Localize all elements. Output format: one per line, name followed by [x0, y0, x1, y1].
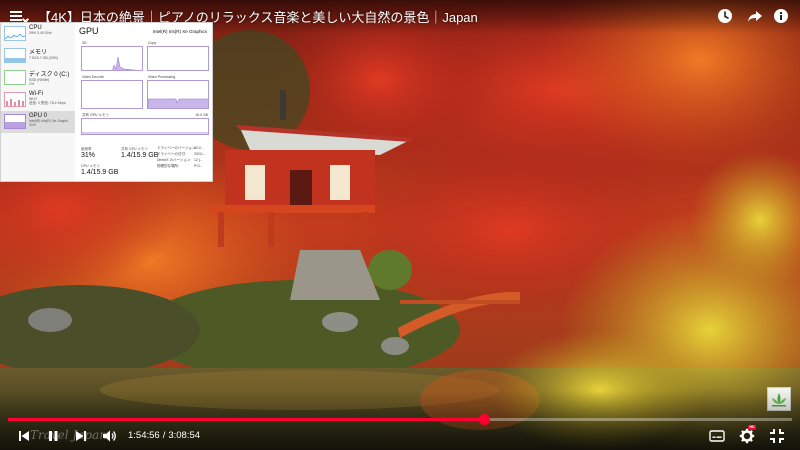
disk-thumbnail-graph	[4, 70, 26, 85]
share-arrow-icon[interactable]	[747, 8, 763, 24]
task-manager-window: CPU 29% 3.49 GHz メモリ 7.5/15.7 GB (23%) デ…	[0, 22, 213, 182]
wifi-thumbnail-graph	[4, 92, 26, 107]
graph-label: 3D	[82, 41, 87, 45]
volume-icon[interactable]	[101, 428, 117, 444]
graph-video-processing: Video Processing	[147, 75, 209, 111]
sidebar-item-sub: 7.5/15.7 GB (23%)	[29, 56, 58, 60]
graph-3d: 3D	[81, 41, 143, 71]
sidebar-item-label: GPU 0	[29, 113, 48, 119]
graph-shared-memory: 共有 GPU メモリ 15.9 GB	[81, 113, 209, 135]
skip-previous-icon[interactable]	[16, 428, 32, 444]
sidebar-item-gpu[interactable]: GPU 0 Intel(R) Iris(R) Xe Graphi 31%	[1, 111, 75, 133]
graph-label: Video Processing	[148, 75, 176, 79]
graph-max-label: 15.9 GB	[195, 113, 208, 117]
stat-value-gpu-memory: 1.4/15.9 GB	[81, 169, 119, 176]
sidebar-item-sub: 29% 3.49 GHz	[29, 31, 52, 35]
watermark-text: Travel Japan	[30, 428, 107, 442]
sidebar-item-sub: Wi-Fi 送信: 0 受信: 76.4 Kbps	[29, 97, 66, 105]
current-time: 1:54:56	[128, 430, 160, 441]
info-icon[interactable]	[773, 8, 789, 24]
graph-label: Copy	[148, 41, 157, 45]
sidebar-item-memory[interactable]: メモリ 7.5/15.7 GB (23%)	[1, 45, 75, 67]
gpu-detail-pane: GPU Intel(R) Iris(R) Xe Graphics 3D Copy…	[79, 23, 212, 181]
gear-icon	[739, 428, 755, 444]
sidebar-item-cpu[interactable]: CPU 29% 3.49 GHz	[1, 23, 75, 45]
pause-icon[interactable]	[45, 428, 61, 444]
sidebar-item-label: ディスク 0 (C:)	[29, 72, 70, 78]
hd-badge: HD	[748, 425, 756, 430]
sidebar-item-label: メモリ	[29, 50, 48, 56]
gpu-thumbnail-graph	[4, 114, 26, 129]
cpu-thumbnail-graph	[4, 26, 26, 41]
task-manager-sidebar: CPU 29% 3.49 GHz メモリ 7.5/15.7 GB (23%) デ…	[1, 23, 75, 181]
detail-row: ドライバーのバージョン: 30.0...	[157, 146, 204, 150]
detail-row: 物理的な場所: PCI...	[157, 164, 203, 168]
detail-row: ドライバーの日付: 2021/...	[157, 152, 206, 156]
subtitles-icon[interactable]	[709, 428, 725, 444]
exit-fullscreen-icon[interactable]	[769, 428, 785, 444]
detail-row: DirectX のバージョン: 12 (...	[157, 158, 203, 162]
sidebar-item-sub: Intel(R) Iris(R) Xe Graphi 31%	[29, 119, 68, 127]
progress-bar[interactable]	[8, 414, 792, 425]
duration: 3:08:54	[168, 430, 201, 441]
progress-scrubber-handle[interactable]	[478, 414, 490, 425]
skip-next-icon[interactable]	[73, 428, 89, 444]
memory-thumbnail-graph	[4, 48, 26, 63]
stat-value-shared-gpu-memory: 1.4/15.9 GB	[121, 152, 159, 159]
stat-value-utilization: 31%	[81, 152, 96, 159]
gpu-title: GPU	[79, 26, 99, 36]
gpu-model: Intel(R) Iris(R) Xe Graphics	[152, 29, 207, 34]
time-separator: /	[162, 430, 166, 441]
progress-played	[8, 418, 484, 421]
sidebar-item-label: CPU	[29, 25, 42, 31]
sidebar-item-wifi[interactable]: Wi-Fi Wi-Fi 送信: 0 受信: 76.4 Kbps	[1, 89, 75, 111]
settings-button[interactable]: HD	[739, 425, 756, 444]
time-display: 1:54:56/3:08:54	[128, 430, 200, 441]
graph-copy: Copy	[147, 41, 209, 71]
clock-icon[interactable]	[717, 8, 733, 24]
graph-video-decode: Video Decode	[81, 75, 143, 111]
graph-label: Video Decode	[82, 75, 104, 79]
sidebar-item-sub: SSD (NVMe) 1%	[29, 78, 50, 86]
sidebar-item-disk[interactable]: ディスク 0 (C:) SSD (NVMe) 1%	[1, 67, 75, 89]
sidebar-item-label: Wi-Fi	[29, 91, 43, 97]
